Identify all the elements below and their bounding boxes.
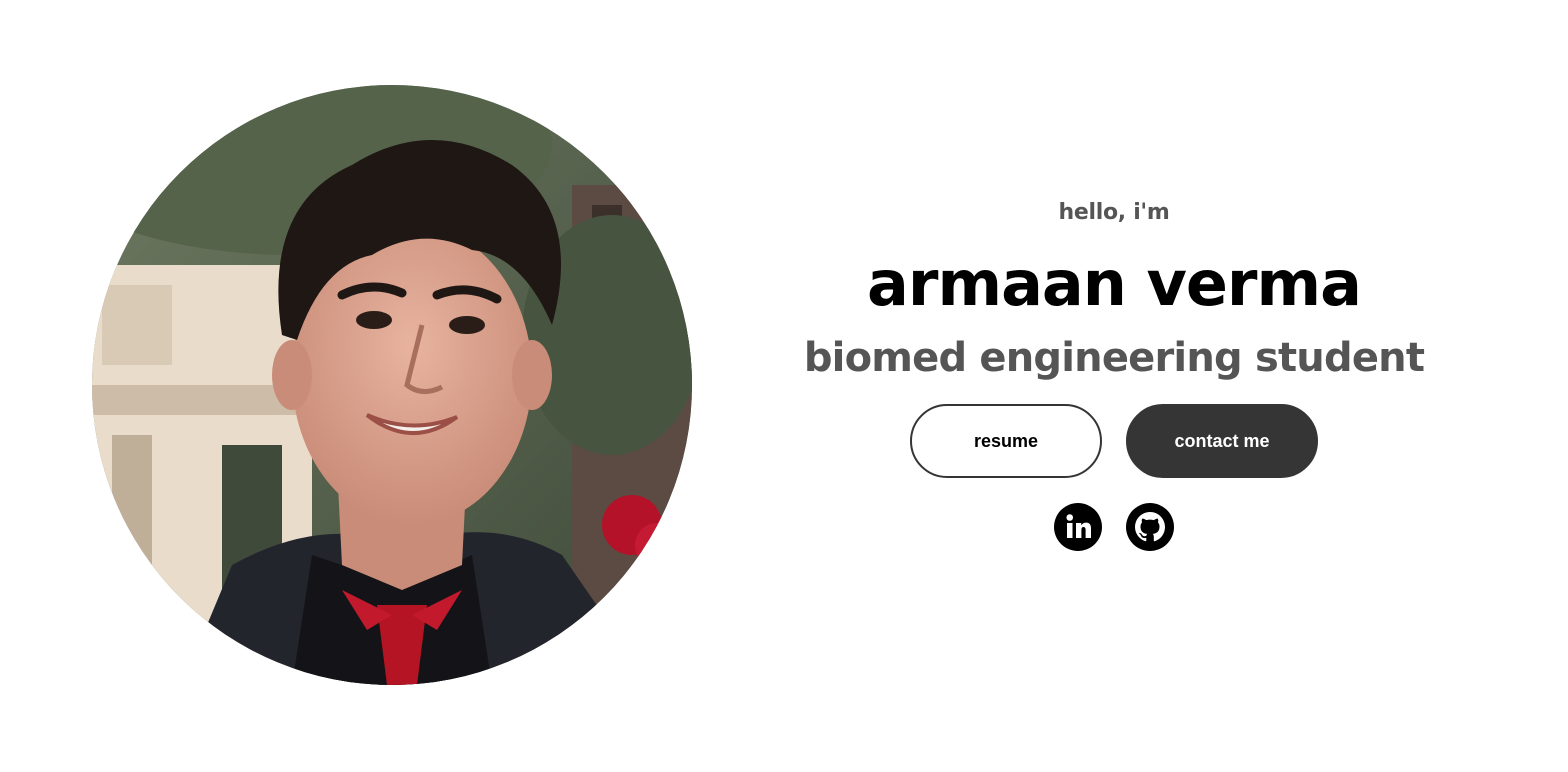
resume-button[interactable]: resume: [910, 404, 1102, 478]
linkedin-icon[interactable]: [1054, 503, 1102, 551]
intro-block: hello, i'm armaan verma biomed engineeri…: [760, 196, 1468, 551]
name-heading: armaan verma: [867, 247, 1362, 320]
action-buttons: resume contact me: [760, 404, 1468, 478]
social-links: [760, 503, 1468, 551]
github-icon[interactable]: [1126, 503, 1174, 551]
contact-button[interactable]: contact me: [1126, 404, 1318, 478]
subtitle-text: biomed engineering student: [803, 335, 1425, 381]
profile-photo: [92, 85, 692, 685]
hero-section: hello, i'm armaan verma biomed engineeri…: [0, 0, 1568, 772]
greeting-text: hello, i'm: [1058, 200, 1170, 225]
